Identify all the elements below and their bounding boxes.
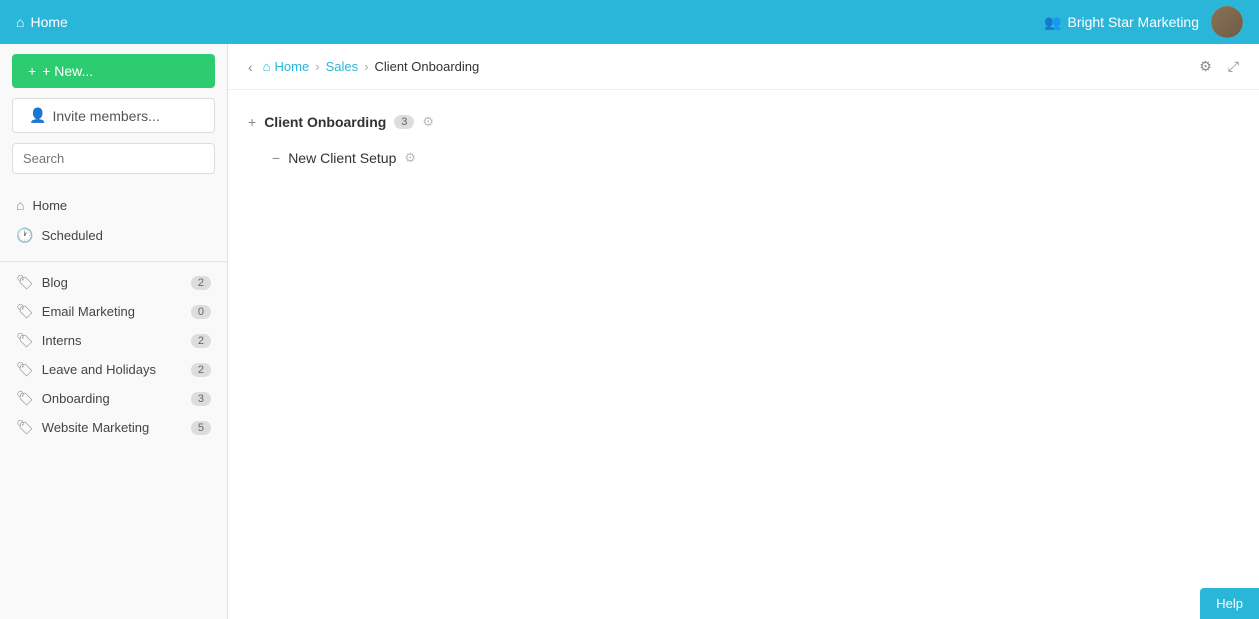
tag-icon-onboarding: 🏷 [16, 390, 34, 407]
sidebar-tag-onboarding[interactable]: 🏷 Onboarding 3 [0, 384, 227, 413]
tag-left-blog: 🏷 Blog [16, 274, 68, 291]
sidebar-tag-interns[interactable]: 🏷 Interns 2 [0, 326, 227, 355]
invite-members-button[interactable]: 👤 Invite members... [12, 98, 215, 133]
tag-label-website-marketing: Website Marketing [42, 420, 149, 435]
section-gear-btn[interactable]: ⚙ [422, 114, 434, 130]
tag-left-email-marketing: 🏷 Email Marketing [16, 303, 135, 320]
invite-button-label: Invite members... [52, 108, 159, 124]
breadcrumb-home-icon: ⌂ [263, 59, 271, 74]
section-header: + Client Onboarding 3 ⚙ [248, 106, 1239, 138]
tag-label-leave-and-holidays: Leave and Holidays [42, 362, 156, 377]
sidebar-tag-website-marketing[interactable]: 🏷 Website Marketing 5 [0, 413, 227, 442]
sidebar-divider [0, 261, 227, 262]
tag-icon-interns: 🏷 [16, 332, 34, 349]
new-button-label: + New... [42, 63, 93, 79]
top-nav-right: 👥 Bright Star Marketing [1044, 6, 1243, 38]
breadcrumb-sales[interactable]: Sales [326, 59, 359, 74]
breadcrumb-sep-1: › [315, 59, 319, 74]
sidebar-tag-email-marketing[interactable]: 🏷 Email Marketing 0 [0, 297, 227, 326]
tag-badge-interns: 2 [191, 334, 211, 348]
tag-label-onboarding: Onboarding [42, 391, 110, 406]
plus-icon: + [28, 63, 36, 79]
breadcrumb-sep-2: › [364, 59, 368, 74]
tag-list: 🏷 Blog 2 🏷 Email Marketing 0 🏷 Interns 2… [0, 268, 227, 442]
section-count-badge: 3 [394, 115, 414, 129]
tag-badge-email-marketing: 0 [191, 305, 211, 319]
pin-icon-btn[interactable]: ⤢ [1224, 56, 1243, 77]
clock-icon: 🕐 [16, 227, 33, 244]
top-nav: ⌂ Home 👥 Bright Star Marketing [0, 0, 1259, 44]
sidebar-item-scheduled[interactable]: 🕐 Scheduled [0, 220, 227, 251]
home-sidebar-icon: ⌂ [16, 197, 24, 213]
section-title[interactable]: Client Onboarding [264, 114, 386, 130]
sidebar-scheduled-label: Scheduled [41, 228, 102, 243]
sidebar: + + New... 👤 Invite members... ⌂ Home 🕐 … [0, 44, 228, 619]
search-container [12, 143, 215, 174]
tag-badge-onboarding: 3 [191, 392, 211, 406]
sidebar-tag-leave-and-holidays[interactable]: 🏷 Leave and Holidays 2 [0, 355, 227, 384]
avatar[interactable] [1211, 6, 1243, 38]
tag-label-email-marketing: Email Marketing [42, 304, 135, 319]
avatar-image [1211, 6, 1243, 38]
home-nav-link[interactable]: ⌂ Home [16, 14, 68, 30]
breadcrumb-actions: ⚙ ⤢ [1195, 56, 1243, 77]
tag-badge-blog: 2 [191, 276, 211, 290]
sidebar-item-home[interactable]: ⌂ Home [0, 190, 227, 220]
tag-badge-website-marketing: 5 [191, 421, 211, 435]
breadcrumb: ‹ ⌂ Home › Sales › Client Onboarding ⚙ ⤢ [228, 44, 1259, 90]
people-icon: 👥 [1044, 14, 1061, 31]
home-nav-label: Home [30, 14, 67, 30]
tag-left-onboarding: 🏷 Onboarding [16, 390, 110, 407]
search-input[interactable] [12, 143, 215, 174]
tag-icon-website-marketing: 🏷 [16, 419, 34, 436]
tag-icon-email-marketing: 🏷 [16, 303, 34, 320]
section-collapse-toggle[interactable]: + [248, 114, 256, 130]
layout: + + New... 👤 Invite members... ⌂ Home 🕐 … [0, 44, 1259, 619]
project-area: + Client Onboarding 3 ⚙ − New Client Set… [228, 90, 1259, 619]
tag-left-website-marketing: 🏷 Website Marketing [16, 419, 149, 436]
help-button[interactable]: Help [1200, 588, 1259, 619]
new-button[interactable]: + + New... [12, 54, 215, 88]
sidebar-tag-blog[interactable]: 🏷 Blog 2 [0, 268, 227, 297]
back-button[interactable]: ‹ [244, 57, 257, 77]
home-icon: ⌂ [16, 14, 24, 30]
settings-icon-btn[interactable]: ⚙ [1195, 56, 1216, 77]
tag-badge-leave-and-holidays: 2 [191, 363, 211, 377]
breadcrumb-home[interactable]: ⌂ Home [263, 59, 310, 74]
sidebar-nav: ⌂ Home 🕐 Scheduled [0, 186, 227, 255]
breadcrumb-current: Client Onboarding [374, 59, 479, 74]
tag-left-interns: 🏷 Interns [16, 332, 82, 349]
tag-icon-blog: 🏷 [16, 274, 34, 291]
subsection-header: − New Client Setup ⚙ [248, 142, 1239, 174]
main-content: ‹ ⌂ Home › Sales › Client Onboarding ⚙ ⤢… [228, 44, 1259, 619]
subsection-title[interactable]: New Client Setup [288, 150, 396, 166]
tag-label-interns: Interns [42, 333, 82, 348]
tag-icon-leave-and-holidays: 🏷 [16, 361, 34, 378]
tag-label-blog: Blog [42, 275, 68, 290]
subsection-gear-btn[interactable]: ⚙ [404, 150, 416, 166]
top-nav-left: ⌂ Home [16, 14, 68, 30]
subsection-collapse-toggle[interactable]: − [272, 150, 280, 166]
tag-left-leave-and-holidays: 🏷 Leave and Holidays [16, 361, 156, 378]
org-name[interactable]: 👥 Bright Star Marketing [1044, 14, 1199, 31]
person-icon: 👤 [29, 107, 46, 124]
sidebar-home-label: Home [32, 198, 67, 213]
